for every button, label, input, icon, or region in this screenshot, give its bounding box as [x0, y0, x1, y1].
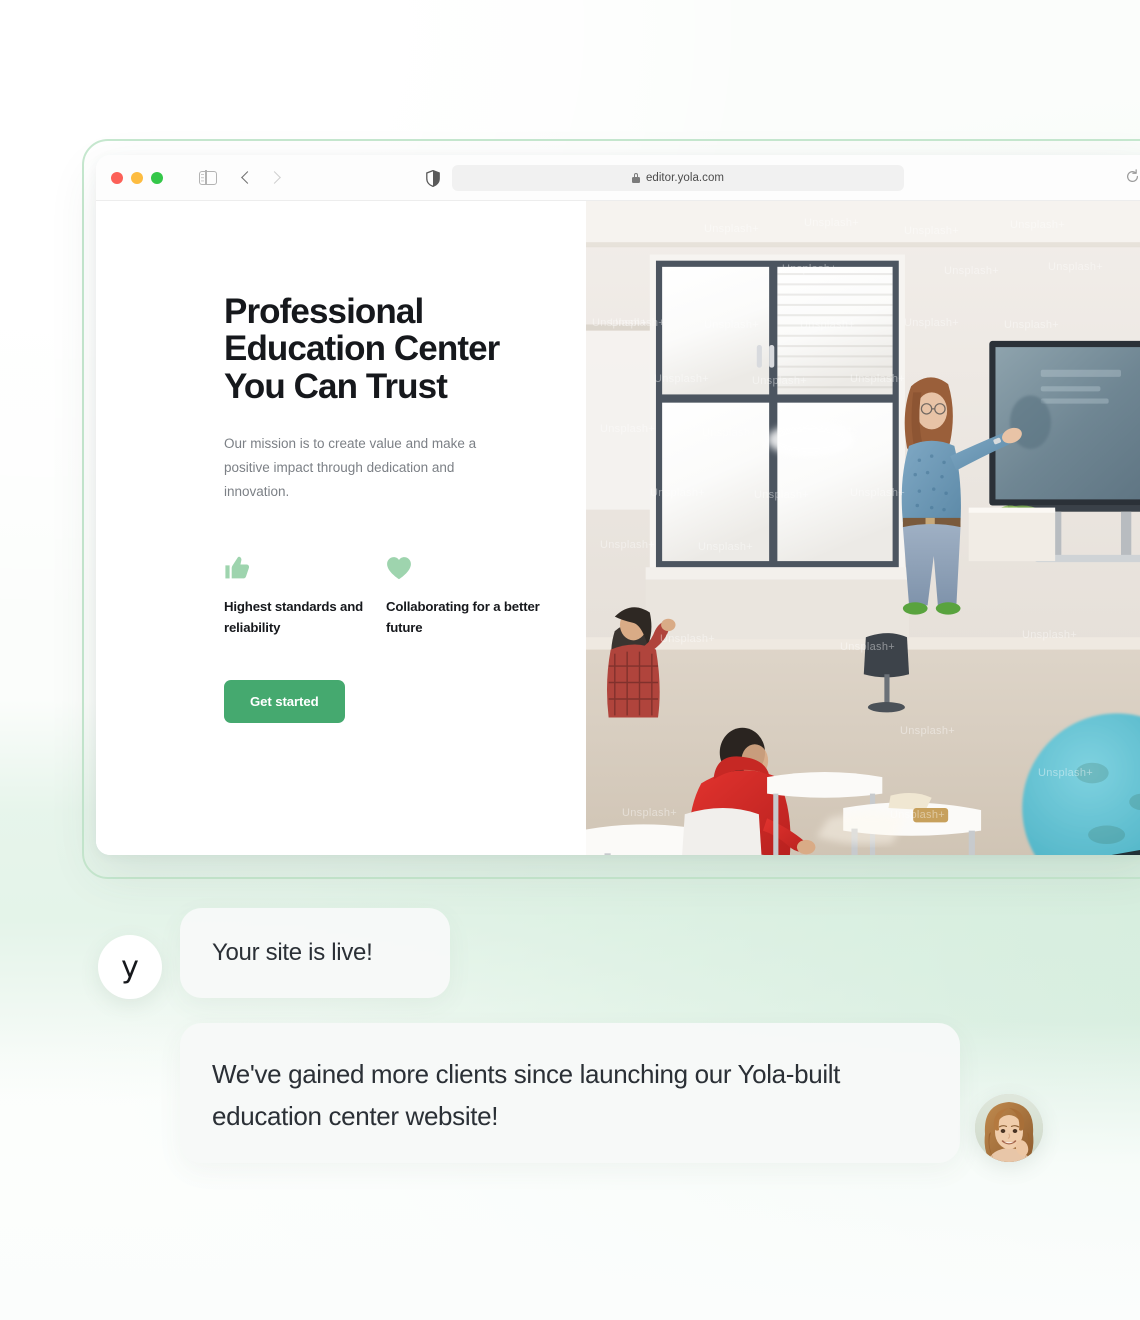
hero-subtitle: Our mission is to create value and make …: [224, 436, 477, 500]
forward-button-icon: [268, 171, 281, 184]
heart-icon: [386, 547, 548, 581]
yola-brand-avatar: y: [98, 935, 162, 999]
feature-label: Highest standards and reliability: [224, 599, 364, 635]
customer-avatar-illustration: [975, 1094, 1043, 1162]
sidebar-toggle-icon[interactable]: [199, 169, 217, 186]
get-started-button[interactable]: Get started: [224, 680, 345, 724]
thumbs-up-icon: [224, 547, 386, 581]
close-button[interactable]: [111, 171, 123, 184]
browser-toolbar: editor.yola.com: [96, 155, 1140, 201]
navigation-arrows: [241, 171, 281, 184]
feature-item: Collaborating for a better future: [386, 547, 548, 638]
page-stage: editor.yola.com Professional Education C…: [0, 0, 1140, 1320]
chat-message-text: We've gained more clients since launchin…: [212, 1059, 841, 1132]
lock-icon: [631, 173, 640, 183]
feature-list: Highest standards and reliability Collab…: [224, 547, 586, 638]
site-viewport: Professional Education Center You Can Tr…: [96, 201, 1140, 855]
feature-label: Collaborating for a better future: [386, 599, 540, 635]
chat-bubble-status: Your site is live!: [180, 908, 450, 998]
reload-icon[interactable]: [1125, 169, 1140, 184]
browser-window: editor.yola.com Professional Education C…: [96, 155, 1140, 855]
page-title: Professional Education Center You Can Tr…: [224, 292, 500, 406]
address-bar[interactable]: editor.yola.com: [452, 165, 904, 191]
maximize-button[interactable]: [151, 171, 163, 184]
customer-avatar: [975, 1094, 1043, 1162]
hero-section: Professional Education Center You Can Tr…: [96, 201, 586, 855]
minimize-button[interactable]: [131, 171, 143, 184]
url-text: editor.yola.com: [645, 172, 725, 184]
back-button-icon[interactable]: [241, 171, 254, 184]
classroom-photo-illustration: [586, 201, 1140, 855]
window-controls[interactable]: [111, 171, 163, 184]
chat-message-text: Your site is live!: [212, 939, 373, 966]
yola-logo-letter: y: [121, 950, 139, 985]
feature-item: Highest standards and reliability: [224, 547, 386, 638]
chat-bubble-testimonial: We've gained more clients since launchin…: [180, 1023, 960, 1163]
shield-icon[interactable]: [426, 170, 440, 187]
hero-photo: Unsplash+ Unsplash+ Unsplash+ Unsplash+ …: [586, 201, 1140, 855]
